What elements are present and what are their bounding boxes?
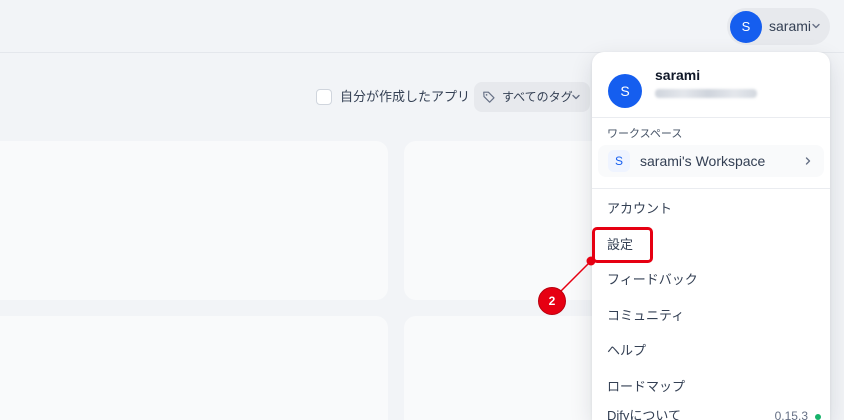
menu-item-label: アカウント [607,201,673,216]
menu-item-label: ヘルプ [607,343,647,358]
workspace-badge: S [608,150,630,172]
account-menu-items: アカウント 設定 フィードバック コミュニティ ヘルプ ロードマップ Difyに… [592,191,830,420]
profile-email-redacted [655,89,757,98]
menu-item-label: ロードマップ [607,378,686,394]
tag-filter-button[interactable]: すべてのタグ [474,82,590,112]
menu-item-about[interactable]: Difyについて 0.15.3 [592,404,830,420]
chevron-right-icon [803,156,813,166]
workspace-name: sarami's Workspace [640,153,766,169]
app-card[interactable] [0,316,388,420]
profile-avatar-initial: S [620,83,630,99]
menu-item-roadmap[interactable]: ロードマップ [592,369,830,405]
menu-item-feedback[interactable]: フィードバック [592,262,830,298]
version-label: 0.15.3 [774,409,808,420]
menu-item-help[interactable]: ヘルプ [592,333,830,369]
workspace-section-label: ワークスペース [607,128,683,140]
tag-filter-label: すべてのタグ [502,90,573,104]
my-apps-checkbox[interactable] [316,89,332,105]
version-status-dot [815,414,821,420]
account-dropdown-menu: S sarami ワークスペース S sarami's Workspace アカ… [592,52,830,420]
menu-item-community[interactable]: コミュニティ [592,298,830,334]
profile-username: sarami [655,67,701,83]
menu-item-label: フィードバック [607,272,698,287]
my-apps-label[interactable]: 自分が作成したアプリ [340,88,470,106]
app-card[interactable] [0,141,388,300]
workspace-switcher[interactable]: S sarami's Workspace [598,145,824,177]
profile-avatar: S [608,74,642,108]
menu-item-label: 設定 [607,236,634,252]
menu-divider [592,117,830,118]
menu-divider [592,188,830,189]
workspace-badge-initial: S [614,154,623,168]
menu-item-label: Difyについて [607,408,681,420]
menu-item-account[interactable]: アカウント [592,191,830,227]
app-page: S sarami 自分が作成したアプリ すべてのタグ S sarami ワークス… [0,0,844,420]
menu-item-settings[interactable]: 設定 [592,227,830,263]
menu-item-label: コミュニティ [607,307,685,323]
chevron-down-icon [571,92,581,102]
tag-icon [482,90,496,104]
